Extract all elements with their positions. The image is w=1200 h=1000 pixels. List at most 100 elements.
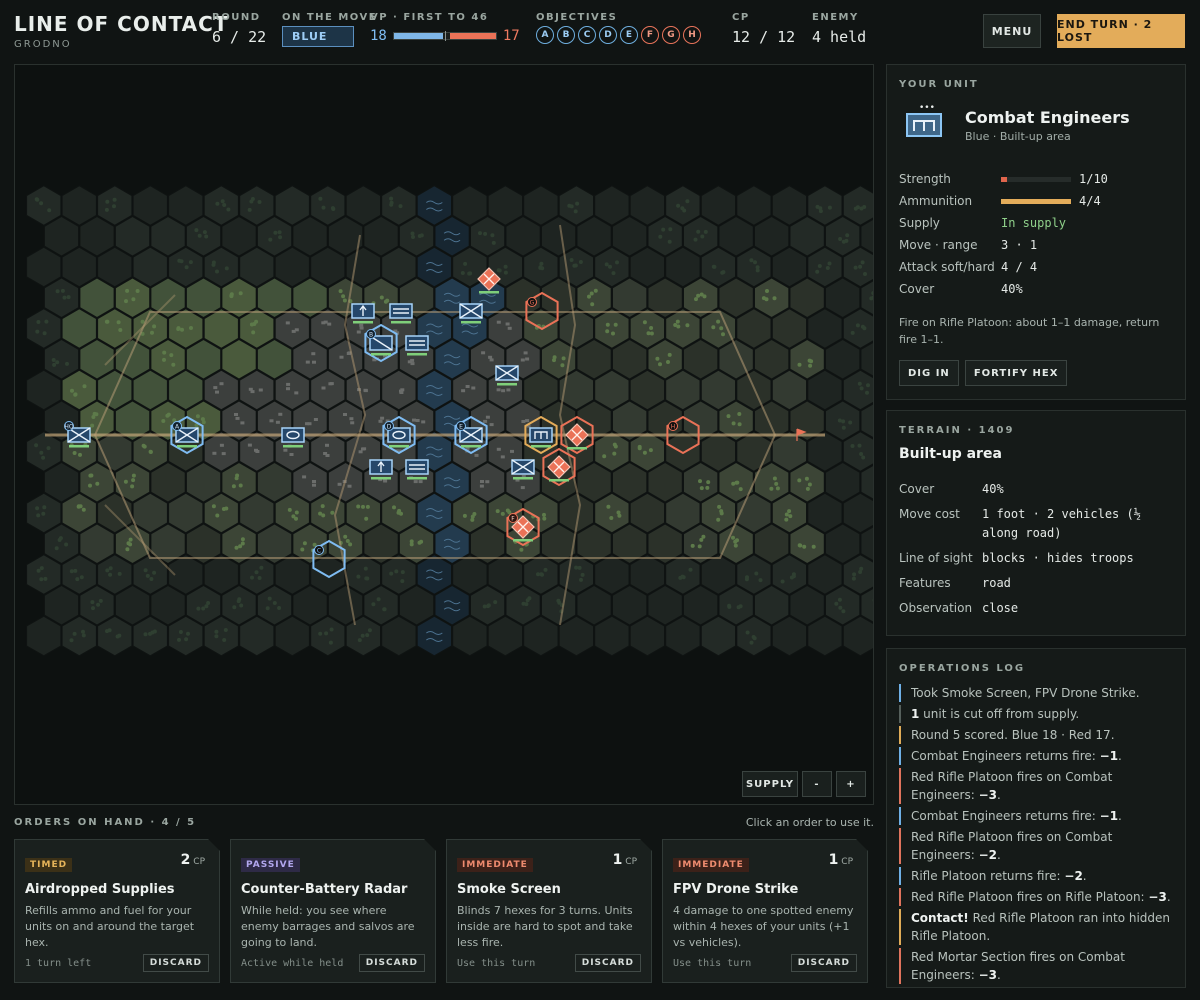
tree (104, 319, 109, 324)
hex-map-canvas[interactable]: GBHQ A D E HFC (15, 65, 873, 804)
order-description: While held: you see where enemy barrages… (241, 904, 415, 949)
objective-h[interactable]: H (683, 26, 701, 44)
tree (201, 606, 206, 611)
unit-fire-note: Fire on Rifle Platoon: about 1–1 damage,… (899, 316, 1160, 346)
tree (417, 540, 422, 545)
building (328, 382, 333, 386)
tree (753, 260, 757, 265)
objective-markers: ABCDEFGH (536, 26, 701, 44)
tree (613, 322, 618, 327)
tree (318, 196, 323, 201)
discard-button[interactable]: DISCARD (358, 954, 425, 972)
order-card-fpv-drone-strike[interactable]: IMMEDIATE 1 CP FPV Drone Strike 4 damage to… (662, 839, 868, 983)
tree (131, 473, 136, 478)
terrain-panel-header: TERRAIN · 1409 (899, 425, 1015, 436)
tree (184, 265, 189, 270)
order-type-badge: IMMEDIATE (457, 858, 533, 872)
tree (845, 233, 850, 238)
tree (605, 329, 610, 334)
tree (41, 511, 46, 516)
discard-button[interactable]: DISCARD (142, 954, 209, 972)
tree (364, 516, 369, 521)
tree (231, 484, 236, 489)
tree (318, 511, 323, 516)
tree (661, 227, 666, 232)
tree (223, 628, 228, 632)
order-footer: Use this turn DISCARD (457, 954, 641, 972)
tree (727, 604, 732, 609)
objective-c[interactable]: C (578, 26, 596, 44)
tree (184, 637, 189, 642)
tree (141, 443, 146, 448)
building (240, 421, 245, 425)
objective-d[interactable]: D (599, 26, 617, 44)
zoom-out-button[interactable]: - (802, 771, 832, 797)
order-title: Counter-Battery Radar (241, 882, 408, 897)
cp-label: CP (732, 12, 750, 23)
tree (775, 486, 780, 491)
tree (162, 350, 167, 355)
tree (611, 331, 615, 336)
building (413, 480, 418, 484)
tree (41, 455, 46, 460)
zoom-in-button[interactable]: + (836, 771, 866, 797)
tree (666, 360, 670, 364)
log-entry: Red Rifle Platoon fires on Combat Engine… (899, 828, 1173, 864)
tree (39, 577, 44, 582)
dig-in-button[interactable]: DIG IN (899, 360, 959, 386)
tree (123, 479, 128, 484)
tree (685, 199, 690, 204)
discard-button[interactable]: DISCARD (790, 954, 857, 972)
building (349, 417, 354, 421)
tree (34, 197, 39, 202)
log-damage: −3 (978, 788, 997, 802)
tree (463, 261, 468, 266)
tree (780, 579, 785, 584)
end-turn-button[interactable]: END TURN · 2 LOST (1057, 14, 1185, 48)
tree (527, 596, 532, 601)
fortify-hex-button[interactable]: FORTIFY HEX (964, 360, 1068, 386)
enemy-label: ENEMY (812, 12, 859, 23)
tree (320, 504, 325, 509)
tree (673, 323, 678, 327)
tree (791, 572, 796, 577)
menu-button[interactable]: MENU (983, 14, 1041, 48)
tree (706, 480, 711, 485)
tree (356, 574, 361, 579)
unit-objective-label: HQ (64, 424, 74, 431)
tree (215, 201, 220, 206)
building (307, 422, 312, 426)
tree (116, 320, 121, 325)
order-card-smoke-screen[interactable]: IMMEDIATE 1 CP Smoke Screen Blinds 7 hexes … (446, 839, 652, 983)
hex-grid[interactable] (25, 184, 874, 657)
terrain-label: Cover (899, 482, 935, 496)
objective-e[interactable]: E (620, 26, 638, 44)
game-title: LINE OF CONTACT (14, 12, 229, 36)
unit-stat-value: In supply (1001, 216, 1066, 230)
objective-g[interactable]: G (662, 26, 680, 44)
discard-button[interactable]: DISCARD (574, 954, 641, 972)
objective-b[interactable]: B (557, 26, 575, 44)
tree (649, 326, 654, 330)
log-damage: −2 (1064, 869, 1083, 883)
unit-stat-label: Cover (899, 282, 935, 296)
tree (150, 330, 154, 335)
unit-stat-text: 4/4 (1079, 194, 1101, 208)
order-cost: 1 CP (829, 852, 853, 868)
tree (365, 633, 370, 638)
tree (716, 517, 721, 522)
hex-map[interactable]: G B HQ A D E H F C SUPPLY - + (14, 64, 874, 805)
order-cost-unit: CP (838, 857, 853, 867)
objective-a[interactable]: A (536, 26, 554, 44)
objective-f[interactable]: F (641, 26, 659, 44)
supply-toggle-button[interactable]: SUPPLY (742, 771, 798, 797)
operations-log-panel[interactable]: OPERATIONS LOG Took Smoke Screen, FPV Dr… (886, 648, 1186, 988)
tree (468, 271, 473, 276)
order-card-airdropped-supplies[interactable]: TIMED 2 CP Airdropped Supplies Refills ammo… (14, 839, 220, 983)
tree (81, 629, 85, 634)
terrain-name: Built-up area (899, 446, 1002, 462)
tree (73, 568, 78, 573)
tree (143, 568, 148, 573)
order-card-counter-battery-radar[interactable]: PASSIVE Counter-Battery Radar While held: … (230, 839, 436, 983)
tree (179, 259, 184, 264)
